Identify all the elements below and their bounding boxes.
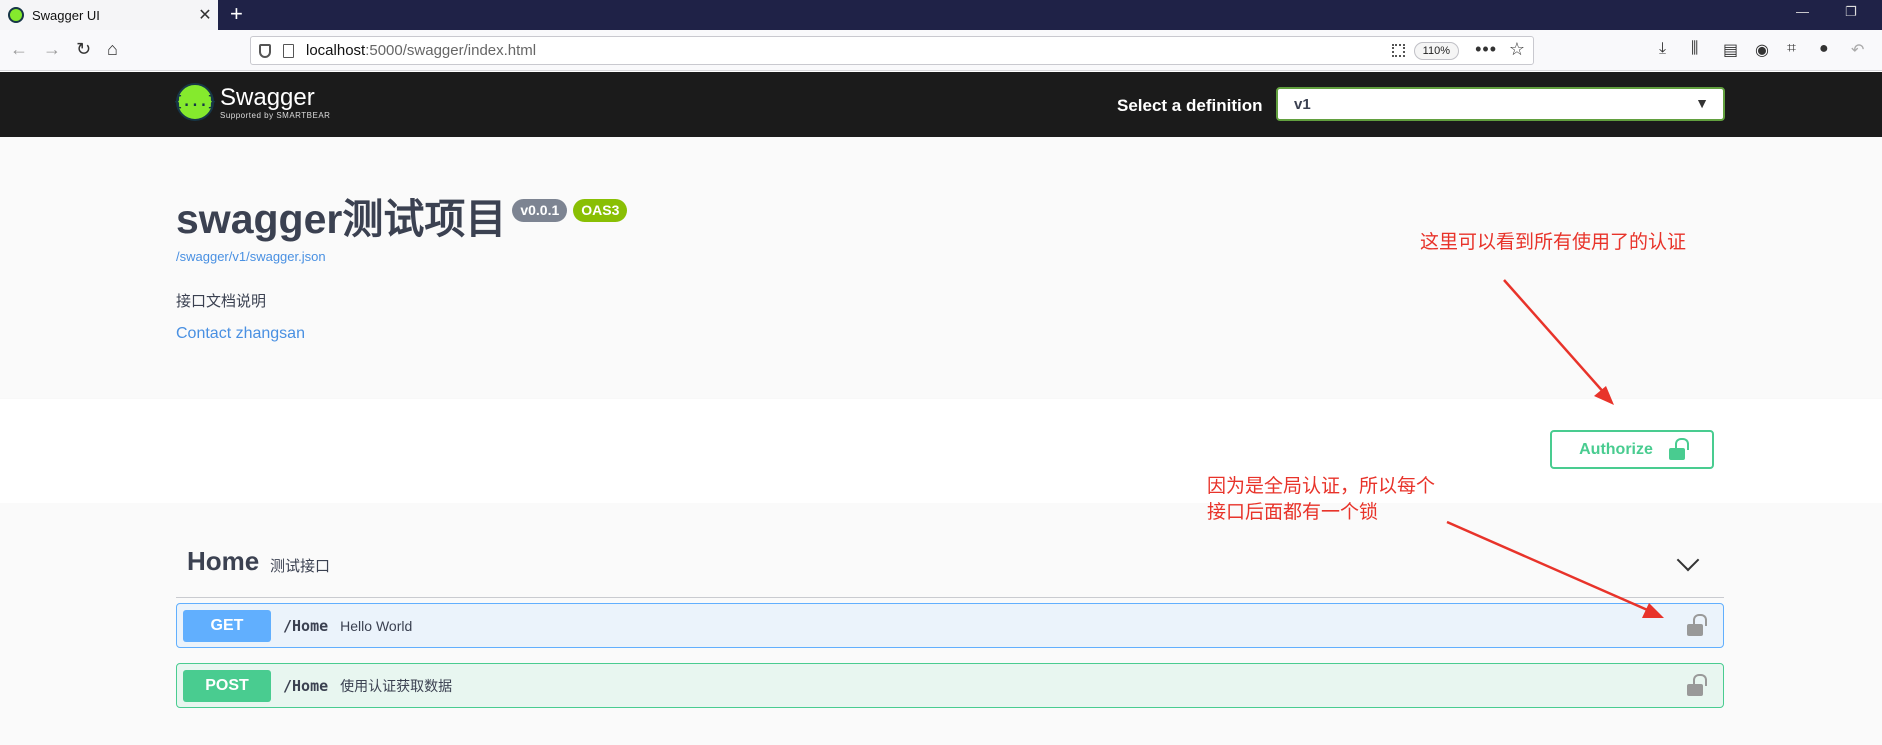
swagger-logo-icon: {...} <box>174 83 216 121</box>
scheme-container: Authorize <box>0 399 1882 503</box>
tab-title: Swagger UI <box>32 7 100 23</box>
operation-get-home[interactable]: GET /Home Hello World <box>176 603 1724 648</box>
swagger-favicon-icon <box>8 7 24 23</box>
tag-description: 测试接口 <box>270 558 331 575</box>
authorize-button[interactable]: Authorize <box>1550 430 1714 469</box>
qr-code-icon[interactable] <box>1392 44 1405 57</box>
api-info-section: swagger测试项目 v0.0.1 OAS3 /swagger/v1/swag… <box>0 137 1882 399</box>
definition-select[interactable]: v1 ▼ <box>1276 87 1725 121</box>
annotation-lock-line1: 因为是全局认证，所以每个 <box>1207 476 1436 497</box>
method-badge: GET <box>183 609 271 642</box>
browser-tab-strip: Swagger UI ✕ + — ❐ <box>0 0 1882 30</box>
reload-button[interactable]: ↻ <box>76 39 91 60</box>
contact-link[interactable]: Contact zhangsan <box>176 325 305 343</box>
logo-name: Swagger <box>220 83 315 111</box>
swagger-logo[interactable]: {...} Swagger Supported by SMARTBEAR <box>174 83 331 121</box>
address-bar[interactable]: localhost:5000/swagger/index.html 110% •… <box>250 36 1534 65</box>
definition-value: v1 <box>1294 95 1311 113</box>
back-button[interactable]: ← <box>10 39 28 60</box>
authorize-label: Authorize <box>1579 440 1653 458</box>
browser-tab[interactable]: Swagger UI ✕ <box>0 0 218 30</box>
operation-summary: Hello World <box>340 617 413 634</box>
annotation-lock-line2: 接口后面都有一个锁 <box>1207 502 1379 523</box>
close-tab-icon[interactable]: ✕ <box>192 5 218 25</box>
chevron-down-icon: ▼ <box>1695 95 1709 111</box>
page-info-icon[interactable] <box>283 43 294 58</box>
operation-post-home[interactable]: POST /Home 使用认证获取数据 <box>176 663 1724 708</box>
url-text[interactable]: localhost:5000/swagger/index.html <box>306 42 536 59</box>
annotation-authorize-note: 这里可以看到所有使用了的认证 <box>1420 232 1687 253</box>
oas-badge: OAS3 <box>573 199 628 222</box>
chevron-down-icon[interactable] <box>1676 548 1700 572</box>
chat-icon[interactable]: ● <box>1819 40 1829 58</box>
spec-json-link[interactable]: /swagger/v1/swagger.json <box>176 249 326 264</box>
home-button[interactable]: ⌂ <box>107 39 118 60</box>
lock-icon[interactable] <box>1687 614 1707 641</box>
browser-navigation-bar: ← → ↻ ⌂ localhost:5000/swagger/index.htm… <box>0 30 1882 71</box>
api-title: swagger测试项目 <box>176 196 507 242</box>
minimize-window-button[interactable]: — <box>1796 4 1809 19</box>
zoom-level-badge[interactable]: 110% <box>1413 42 1459 60</box>
bookmark-star-icon[interactable]: ☆ <box>1509 39 1525 60</box>
new-tab-button[interactable]: + <box>230 3 243 25</box>
lock-icon[interactable] <box>1687 674 1707 701</box>
method-badge: POST <box>183 669 271 702</box>
operation-summary: 使用认证获取数据 <box>340 677 453 694</box>
page-actions-menu-icon[interactable]: ••• <box>1475 39 1497 60</box>
tag-header-home[interactable]: Home 测试接口 <box>176 534 1724 598</box>
restore-window-button[interactable]: ❐ <box>1845 4 1857 20</box>
swagger-topbar: {...} Swagger Supported by SMARTBEAR Sel… <box>0 72 1882 137</box>
definition-label: Select a definition <box>1117 96 1263 115</box>
account-icon[interactable]: ◉ <box>1755 40 1769 60</box>
tracking-protection-shield-icon[interactable] <box>259 43 271 58</box>
screenshot-icon[interactable]: ⌗ <box>1787 40 1796 58</box>
library-icon[interactable]: ⫼ <box>1691 40 1698 58</box>
operation-path: /Home <box>283 616 329 635</box>
api-description: 接口文档说明 <box>176 293 267 310</box>
sidebar-icon[interactable]: ▤ <box>1723 40 1738 60</box>
undo-icon[interactable]: ↶ <box>1851 40 1864 60</box>
forward-button[interactable]: → <box>43 39 61 60</box>
version-badge: v0.0.1 <box>512 199 568 222</box>
download-icon[interactable]: ⤓ <box>1659 40 1666 58</box>
unlocked-lock-icon <box>1668 437 1689 460</box>
operation-path: /Home <box>283 676 329 695</box>
tag-name: Home <box>187 546 260 576</box>
operations-section: Home 测试接口 GET /Home Hello World POST /Ho… <box>0 503 1882 745</box>
logo-subtitle: Supported by SMARTBEAR <box>220 110 331 120</box>
annotation-lock-note: 因为是全局认证，所以每个 接口后面都有一个锁 <box>1207 474 1435 526</box>
